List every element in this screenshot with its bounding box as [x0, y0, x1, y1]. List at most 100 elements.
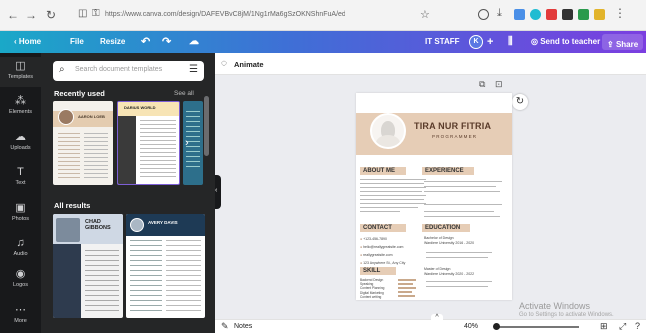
experience-line: [424, 204, 502, 206]
extension-dark-icon[interactable]: [562, 9, 573, 20]
rail-label: Elements: [9, 109, 32, 115]
photo-shoulders: [376, 135, 400, 147]
rail-item-text[interactable]: T Text: [0, 163, 41, 193]
forward-arrow-icon[interactable]: →: [24, 8, 38, 22]
rail-item-photos[interactable]: ▣ Photos: [0, 199, 41, 229]
thumb-title: AARON LOEB: [78, 114, 105, 119]
education-line: [426, 257, 488, 259]
zoom-level[interactable]: 40%: [464, 323, 478, 330]
team-name[interactable]: IT STAFF: [425, 31, 460, 53]
extension-blue-icon[interactable]: [514, 9, 525, 20]
education-heading: EDUCATION: [422, 224, 470, 232]
thumb-lines: [140, 120, 176, 180]
notes-button[interactable]: Notes: [234, 323, 252, 330]
search-placeholder: Search document templates: [75, 66, 163, 73]
menu-icon[interactable]: ⋮: [614, 6, 626, 20]
share-label: Share: [615, 40, 639, 49]
search-input[interactable]: ⌕ Search document templates ☰: [53, 61, 204, 81]
help-icon[interactable]: ?: [635, 321, 640, 331]
panel-scrollbar[interactable]: [204, 96, 209, 156]
address-bar[interactable]: https://www.canva.com/design/DAFEVBvC8jM…: [105, 6, 345, 24]
location-icon: ●: [360, 261, 363, 265]
extension-cyan-icon[interactable]: [530, 9, 541, 20]
zoom-slider-track[interactable]: [497, 326, 579, 328]
avatar[interactable]: K: [469, 35, 483, 49]
email-icon: ●: [360, 245, 363, 249]
skill-bar: [398, 279, 416, 281]
send-to-teacher-button[interactable]: ◎ Send to teacher: [531, 31, 600, 53]
skill-item: Content Planning: [360, 286, 385, 291]
resize-menu[interactable]: Resize: [100, 31, 125, 53]
recent-template-1[interactable]: AARON LOEB: [53, 101, 113, 185]
templates-icon: ◫: [15, 60, 26, 72]
refresh-icon[interactable]: ↻: [512, 94, 528, 110]
lock-icon: ⚿: [92, 8, 100, 19]
skill-bar: [398, 295, 415, 297]
rail-label: Text: [15, 180, 26, 186]
insights-icon[interactable]: ⫼: [508, 31, 513, 53]
recently-used-heading: Recently used: [54, 89, 105, 98]
contact-item: ● hello@reallygreatsite.com: [360, 243, 405, 251]
rail-item-uploads[interactable]: ☁ Uploads: [0, 128, 41, 158]
rail-item-more[interactable]: ⋯ More: [0, 301, 41, 331]
thumb-lines-left: [130, 240, 162, 312]
send-label: Send to teacher: [540, 37, 601, 46]
side-rail: ◫ Templates ⁂ Elements ☁ Uploads T Text ▣ Pho…: [0, 53, 41, 333]
skill-bar: [398, 291, 412, 293]
see-all-link[interactable]: See all: [174, 90, 194, 97]
rail-item-elements[interactable]: ⁂ Elements: [0, 92, 41, 122]
pocket-icon[interactable]: [478, 9, 489, 20]
result-template-2[interactable]: AVERY DAVIS: [126, 214, 205, 318]
home-link[interactable]: ‹ Home: [14, 31, 41, 53]
about-line: [360, 191, 422, 193]
resume-page[interactable]: TIRA NUR FITRIA PROGRAMMER ABOUT ME CONT…: [356, 93, 512, 300]
add-page-icon[interactable]: ⊡: [495, 79, 503, 90]
thumb-photo: [56, 218, 80, 242]
skill-heading: SKILL: [360, 267, 396, 275]
thumb-sidebar: [53, 244, 81, 318]
logo-icon: ◉: [15, 268, 26, 280]
filter-icon[interactable]: ☰: [189, 64, 198, 75]
undo-icon[interactable]: ↶: [141, 31, 150, 53]
zoom-slider-handle[interactable]: [493, 323, 500, 330]
chevron-up-icon[interactable]: ^: [431, 314, 443, 322]
cloud-saved-icon: ☁: [189, 36, 199, 47]
about-line: [360, 203, 426, 205]
rail-item-logos[interactable]: ◉ Logos: [0, 265, 41, 295]
bottom-bar: ✎ Notes ^ 40% ⊞ ⤢ ?: [215, 314, 646, 333]
fullscreen-icon[interactable]: ⤢: [619, 321, 626, 332]
extension-green-icon[interactable]: [578, 9, 589, 20]
reload-icon[interactable]: ↻: [44, 8, 58, 22]
check-circle-icon: ◎: [531, 37, 538, 46]
animate-button[interactable]: Animate: [234, 60, 264, 69]
thumb-sidebar: [118, 116, 136, 184]
add-member-icon[interactable]: +: [487, 31, 493, 53]
rail-item-audio[interactable]: ♫ Audio: [0, 234, 41, 264]
experience-line: [424, 216, 500, 218]
education-line: [426, 286, 488, 288]
web-icon: ●: [360, 253, 363, 257]
redo-icon[interactable]: ↷: [162, 31, 171, 53]
music-note-icon: ♫: [16, 237, 25, 249]
back-arrow-icon[interactable]: ←: [6, 8, 20, 22]
file-menu[interactable]: File: [70, 31, 84, 53]
rail-label: Uploads: [10, 145, 31, 151]
duplicate-page-icon[interactable]: ⧉: [479, 79, 485, 90]
education-school: Wardiere University 2020 - 2022: [424, 271, 475, 276]
rail-item-templates[interactable]: ◫ Templates: [0, 57, 41, 87]
download-icon[interactable]: ⤓: [497, 7, 502, 20]
thumb-avatar: [130, 218, 144, 232]
activate-windows-subtitle: Go to Settings to activate Windows.: [519, 312, 614, 318]
page-grid-icon[interactable]: ⊞: [600, 321, 608, 332]
chevron-right-icon[interactable]: ›: [185, 137, 189, 149]
extension-red-icon[interactable]: [546, 9, 557, 20]
home-label: Home: [18, 37, 42, 46]
result-template-1[interactable]: CHAD GIBBONS: [53, 214, 123, 318]
contact-item: ● +123-456-7890: [360, 235, 405, 243]
share-button[interactable]: ⇪ Share: [602, 34, 644, 50]
extension-yellow-icon[interactable]: [594, 9, 605, 20]
experience-line: [424, 186, 496, 188]
star-icon[interactable]: ☆: [420, 8, 430, 21]
rail-label: Templates: [7, 74, 34, 80]
recent-template-2[interactable]: DARIUS WORLD: [117, 101, 180, 185]
